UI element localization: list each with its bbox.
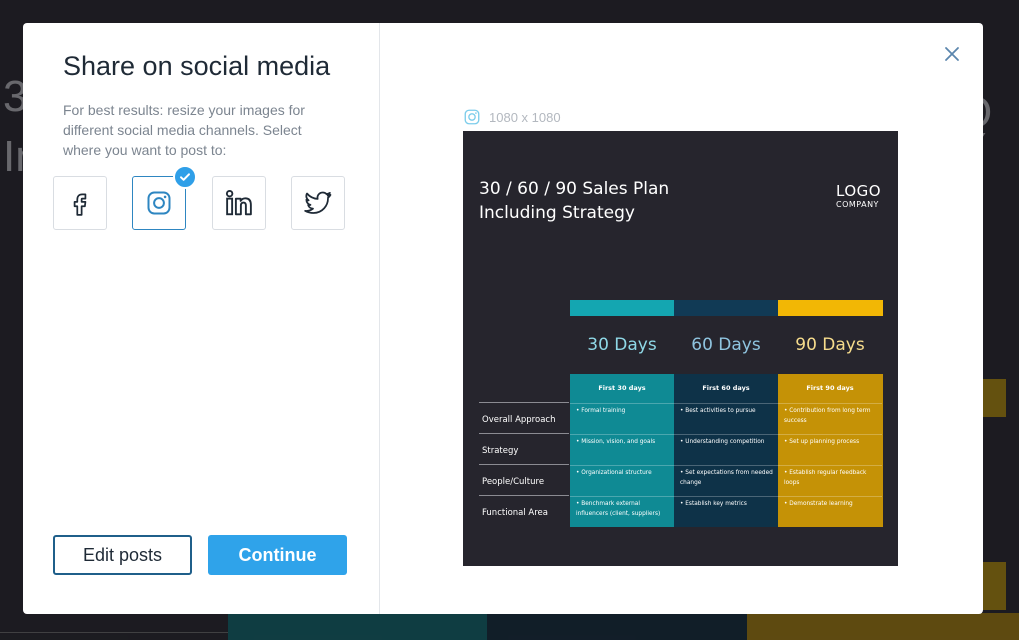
preview-cell: • Establish regular feedback loops: [778, 465, 882, 496]
preview-cell-text: • Best activities to pursue: [680, 408, 756, 414]
share-modal: Share on social media For best results: …: [23, 23, 983, 614]
linkedin-icon: [225, 189, 252, 216]
preview-column-label: 30 Days: [587, 335, 657, 355]
preview-row-label-text: Overall Approach: [482, 415, 556, 425]
preview-cell: • Organizational structure: [570, 465, 674, 496]
preview-column-header: First 60 days: [702, 384, 750, 392]
preview-cell: • Set up planning process: [778, 434, 882, 465]
facebook-icon: [73, 193, 87, 216]
image-size-text: 1080 x 1080: [489, 109, 561, 125]
preview-column: First 30 days • Formal training • Missio…: [570, 374, 674, 527]
preview-title: 30 / 60 / 90 Sales Plan Including Strate…: [479, 179, 670, 223]
preview-column-label: 90 Days: [795, 335, 865, 355]
preview-cell: • Establish key metrics: [674, 496, 778, 527]
instagram-icon: [147, 191, 171, 215]
facebook-button[interactable]: [53, 176, 107, 230]
preview-cell-text: • Understanding competition: [680, 439, 765, 445]
preview-cell-text: • Establish regular feedback loops: [784, 470, 867, 486]
preview-cell: • Demonstrate learning: [778, 496, 882, 527]
preview-cell-text: • Benchmark external influencers (client…: [576, 501, 661, 517]
preview-cell: • Understanding competition: [674, 434, 778, 465]
instagram-button[interactable]: [132, 165, 197, 230]
preview-cell-text: • Organizational structure: [576, 470, 652, 476]
selected-check-icon: [173, 165, 197, 189]
twitter-icon: [304, 191, 332, 214]
preview-cell-text: • Contribution from long term success: [784, 408, 871, 424]
preview-cell: • Mission, vision, and goals: [570, 434, 674, 465]
preview-color-bar: [674, 300, 778, 316]
modal-title: Share on social media: [63, 51, 331, 81]
preview-color-bar: [778, 300, 883, 316]
preview-column: First 90 days • Contribution from long t…: [778, 374, 883, 527]
preview-column-header: First 90 days: [806, 384, 854, 392]
modal-description: For best results: resize your images for…: [63, 102, 305, 158]
preview-cell-text: • Demonstrate learning: [784, 501, 853, 507]
preview-row-label: Strategy: [479, 433, 569, 464]
preview-column: First 60 days • Best activities to pursu…: [674, 374, 778, 527]
close-icon: [945, 47, 959, 61]
preview-row-label: Functional Area: [479, 495, 569, 526]
preview-row-label-text: People/Culture: [482, 477, 545, 487]
preview-cell: • Benchmark external influencers (client…: [570, 496, 674, 527]
preview-column-header: First 30 days: [598, 384, 646, 392]
twitter-button[interactable]: [291, 176, 345, 230]
preview-row-label-text: Strategy: [482, 446, 519, 456]
preview-logo-sub: COMPANY: [836, 200, 879, 209]
continue-button[interactable]: Continue: [208, 535, 347, 575]
edit-posts-button[interactable]: Edit posts: [53, 535, 192, 575]
preview-cell-text: • Set up planning process: [784, 439, 860, 445]
close-button[interactable]: [941, 43, 963, 65]
preview-row-label-text: Functional Area: [482, 508, 548, 518]
preview-cell-text: • Formal training: [576, 408, 626, 414]
preview-logo: LOGO: [836, 182, 882, 200]
preview-cell: • Formal training: [570, 403, 674, 434]
preview-row-label: People/Culture: [479, 464, 569, 495]
preview-cell-text: • Mission, vision, and goals: [576, 439, 656, 445]
preview-color-bar: [570, 300, 674, 316]
linkedin-button[interactable]: [212, 176, 266, 230]
preview-cell-text: • Set expectations from needed change: [680, 470, 773, 486]
preview-column-label: 60 Days: [691, 335, 761, 355]
preview-cell: • Contribution from long term success: [778, 403, 882, 434]
preview-row-label: Overall Approach: [479, 402, 569, 433]
share-options-pane: Share on social media For best results: …: [23, 23, 380, 614]
preview-cell: • Set expectations from needed change: [674, 465, 778, 496]
preview-cell-text: • Establish key metrics: [680, 501, 747, 507]
post-preview-image: 30 / 60 / 90 Sales Plan Including Strate…: [463, 131, 898, 566]
preview-cell: • Best activities to pursue: [674, 403, 778, 434]
image-size-label: 1080 x 1080: [463, 108, 561, 126]
instagram-icon: [464, 109, 480, 125]
